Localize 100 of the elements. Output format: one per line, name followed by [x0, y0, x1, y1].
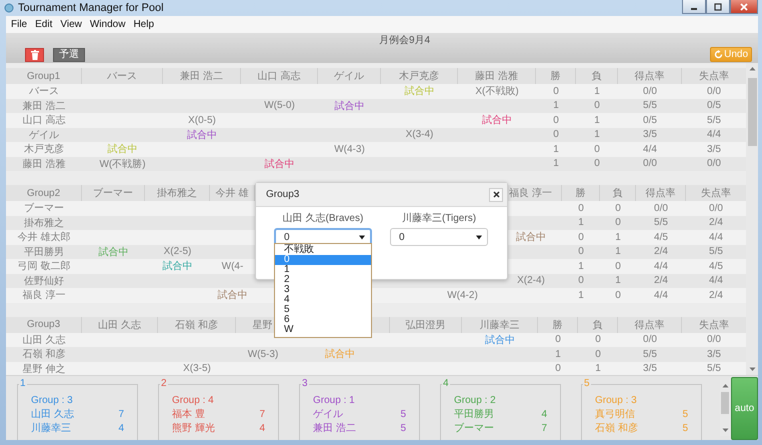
player-score: 5 — [682, 408, 688, 422]
player-score: 5 — [682, 422, 688, 436]
close-button[interactable] — [489, 188, 503, 202]
table-cell: 0/0 — [707, 158, 721, 170]
table-cell: 1 — [595, 363, 601, 374]
match-status: 試合中 — [334, 100, 364, 113]
dropdown-option[interactable]: 5 — [275, 305, 371, 315]
column-header: 失点率 — [698, 70, 730, 84]
table-cell: 0/5 — [643, 114, 657, 126]
caret-icon — [476, 234, 482, 240]
menu-item[interactable]: Window — [86, 19, 130, 30]
score-select[interactable]: 0 — [390, 228, 488, 246]
player-score: 4 — [118, 422, 124, 436]
table-cell: 1 — [615, 246, 621, 258]
table-cell: 0 — [553, 114, 559, 126]
player-name: 佐野仙好 — [24, 274, 64, 288]
player-name: ブーマー — [454, 422, 494, 436]
player-name: 兼田 浩二 — [313, 422, 356, 436]
player-score: 4 — [541, 408, 547, 422]
player-name: ブーマー — [24, 202, 64, 216]
table-cell: 0/0 — [707, 334, 721, 346]
match-result: X(0-5) — [188, 114, 216, 126]
player-name: ゲイル — [29, 128, 59, 142]
scroll-thumb[interactable] — [721, 392, 729, 414]
table-cell: 0 — [615, 202, 621, 214]
player-name: バース — [29, 85, 59, 98]
maximize-button[interactable] — [706, 0, 730, 14]
close-icon — [740, 2, 748, 10]
player-score: 7 — [118, 408, 124, 422]
table-cell: 1 — [615, 275, 621, 286]
dropdown-option[interactable]: 3 — [275, 285, 371, 295]
table-cell: 1 — [578, 290, 584, 301]
match-status: 試合中 — [482, 114, 512, 128]
table-cell: 5/5 — [707, 114, 721, 126]
player-name: 熊野 輝光 — [172, 422, 215, 436]
dropdown-option[interactable]: 4 — [275, 295, 371, 305]
match-result: X(3-4) — [406, 129, 434, 140]
table-cell: 3/5 — [643, 363, 657, 374]
table-cell: 0/5 — [707, 100, 721, 112]
table-cell: 0 — [553, 129, 559, 140]
table-cell: 4/4 — [709, 275, 723, 286]
table-cell: 0 — [555, 334, 561, 346]
table-cell: 0 — [594, 158, 600, 170]
table-cell: 1 — [578, 217, 584, 228]
table-cell: 2/4 — [654, 246, 668, 258]
match-result: W(不戦勝) — [99, 158, 146, 171]
player-name: 掛布雅之 — [24, 216, 64, 230]
refresh-icon — [714, 50, 724, 59]
match-status: 試合中 — [108, 142, 138, 156]
table-cell: 4/5 — [654, 232, 668, 243]
table-cell: 1 — [578, 260, 584, 272]
table-cell: 0 — [578, 246, 584, 258]
table-cell: 1 — [594, 86, 600, 97]
minimize-button[interactable] — [682, 0, 706, 14]
table-cell: 0 — [578, 202, 584, 214]
event-title: 月例会9月4 — [378, 34, 430, 47]
table-cell: 5/5 — [709, 246, 723, 258]
maximize-icon — [714, 2, 722, 10]
table-cell: 0/0 — [643, 158, 657, 170]
table-cell: 3/5 — [707, 348, 721, 360]
menu-item[interactable]: Edit — [31, 19, 56, 30]
menu-item[interactable]: View — [56, 19, 86, 30]
dropdown-option[interactable]: 1 — [275, 265, 371, 275]
table-cell: 1 — [553, 158, 559, 170]
delete-button[interactable] — [25, 48, 44, 62]
table-number: 4 — [442, 379, 450, 389]
table-cell: 0 — [578, 232, 584, 243]
table-cell: 3/5 — [643, 129, 657, 140]
table-cell: 1 — [594, 114, 600, 126]
player-score: 5 — [400, 422, 406, 436]
player-name: 今井 雄太郎 — [18, 230, 70, 244]
match-result: W(4- — [222, 260, 244, 272]
match-status: 試合中 — [404, 84, 434, 98]
table-cell: 0 — [595, 334, 601, 346]
group-label: Group : 2 — [454, 394, 497, 408]
group-label: Group : 3 — [595, 394, 638, 408]
dropdown-option[interactable]: 2 — [275, 275, 371, 285]
table-cell: 1 — [594, 129, 600, 140]
dropdown-option[interactable]: 不戦敗 — [275, 245, 371, 255]
menu-item[interactable]: File — [7, 19, 32, 30]
table-cell: 2/4 — [709, 217, 723, 228]
player-score: 5 — [400, 408, 406, 422]
player-name: 福良 淳一 — [22, 288, 66, 302]
scroll-up-icon — [748, 66, 756, 71]
scroll-down-icon — [722, 428, 728, 433]
scroll-up-icon — [722, 383, 728, 388]
match-result: X(3-5) — [183, 363, 211, 374]
player-name: ゲイル — [313, 408, 343, 422]
table-cell: 2/4 — [709, 290, 723, 301]
player-name: 兼田 浩二 — [22, 100, 66, 113]
player-label: 山田 久志(Braves) — [282, 212, 364, 225]
scrollbar[interactable] — [746, 63, 758, 375]
scroll-thumb[interactable] — [748, 78, 756, 146]
table-cell: 5/5 — [654, 217, 668, 228]
table-cell: 0 — [615, 217, 621, 228]
menu-item[interactable]: Help — [129, 19, 158, 30]
table-cell: 1 — [553, 144, 559, 155]
table-cell: 0/0 — [643, 86, 657, 97]
stage-button[interactable]: 予選 — [53, 48, 85, 62]
match-result: X(不戦敗) — [475, 84, 519, 98]
